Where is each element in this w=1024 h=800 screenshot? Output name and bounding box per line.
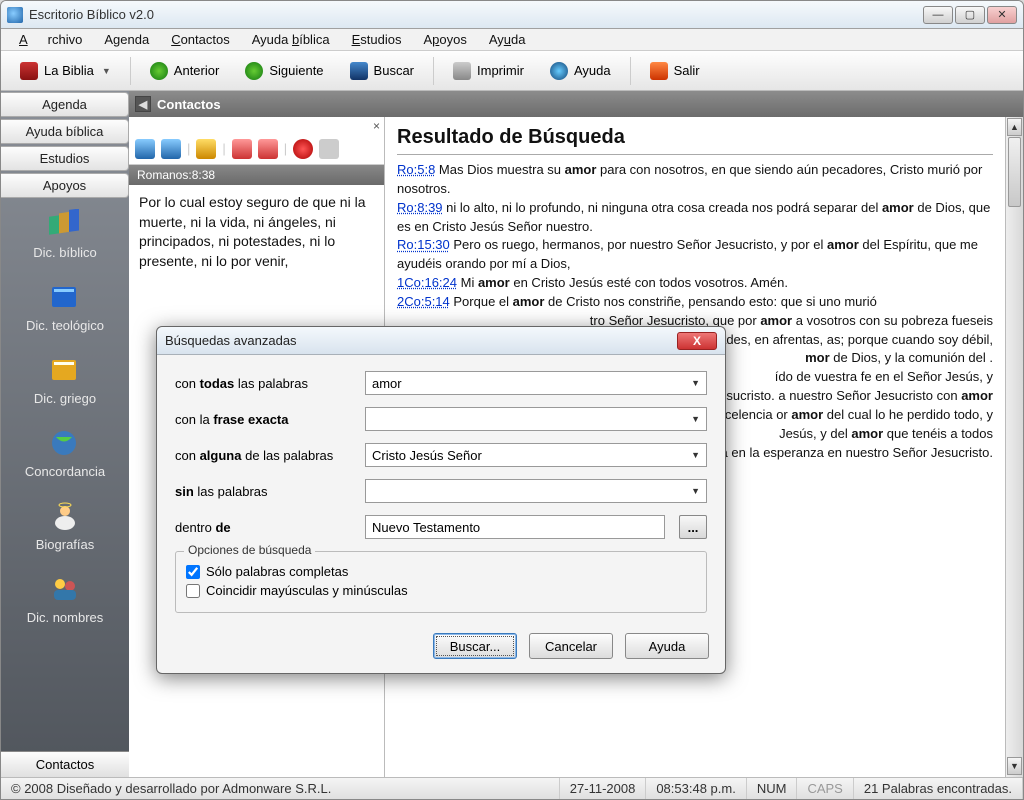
browse-button[interactable]: ... [679, 515, 707, 539]
modal-overlay: Búsquedas avanzadas X con todas las pala… [0, 0, 1024, 800]
input-todas[interactable]: amor▼ [365, 371, 707, 395]
checkbox-case[interactable]: Coincidir mayúsculas y minúsculas [186, 583, 696, 598]
advanced-search-dialog: Búsquedas avanzadas X con todas las pala… [156, 326, 726, 674]
label-frase: con la frase exacta [175, 412, 355, 427]
label-todas: con todas las palabras [175, 376, 355, 391]
cancelar-button[interactable]: Cancelar [529, 633, 613, 659]
options-legend: Opciones de búsqueda [184, 543, 315, 557]
label-sin: sin las palabras [175, 484, 355, 499]
dialog-title: Búsquedas avanzadas [165, 333, 677, 348]
chevron-down-icon: ▼ [691, 450, 700, 460]
label-alguna: con alguna de las palabras [175, 448, 355, 463]
dialog-titlebar[interactable]: Búsquedas avanzadas X [157, 327, 725, 355]
chevron-down-icon: ▼ [691, 378, 700, 388]
checkbox-whole-words-input[interactable] [186, 565, 200, 579]
checkbox-whole-words[interactable]: Sólo palabras completas [186, 564, 696, 579]
input-frase[interactable]: ▼ [365, 407, 707, 431]
chevron-down-icon: ▼ [691, 486, 700, 496]
buscar-dialog-button[interactable]: Buscar... [433, 633, 517, 659]
ayuda-dialog-button[interactable]: Ayuda [625, 633, 709, 659]
checkbox-case-input[interactable] [186, 584, 200, 598]
input-sin[interactable]: ▼ [365, 479, 707, 503]
input-alguna[interactable]: Cristo Jesús Señor▼ [365, 443, 707, 467]
dialog-close-button[interactable]: X [677, 332, 717, 350]
search-options-fieldset: Opciones de búsqueda Sólo palabras compl… [175, 551, 707, 613]
label-dentro: dentro de [175, 520, 355, 535]
chevron-down-icon: ▼ [691, 414, 700, 424]
input-dentro[interactable]: Nuevo Testamento [365, 515, 665, 539]
